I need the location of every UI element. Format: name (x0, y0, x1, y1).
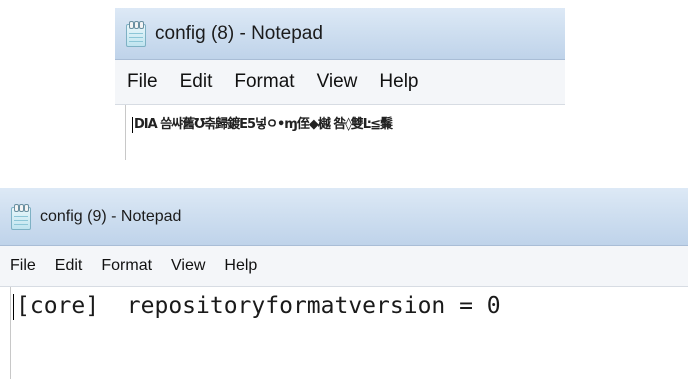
menu-edit[interactable]: Edit (55, 257, 83, 275)
notepad-window-config-9: config (9) - Notepad File Edit Format Vi… (0, 188, 688, 379)
menu-bar: File Edit Format View Help (0, 246, 688, 287)
menu-file[interactable]: File (127, 71, 158, 93)
window-title: config (9) - Notepad (40, 207, 182, 225)
title-bar[interactable]: config (9) - Notepad (0, 188, 688, 246)
text-caret (13, 293, 14, 320)
text-editor-area[interactable]: DIA 씀쌰舊Ʊ춖歸鍍E5넣ㅇ•ɱ侄◆樾 咎◊雙Ŀ≦鬑 (125, 105, 565, 160)
menu-edit[interactable]: Edit (180, 71, 213, 93)
text-content: [core] repositoryformatversion = 0 (16, 293, 501, 319)
text-line: [core] repositoryformatversion = 0 (13, 293, 501, 320)
menu-view[interactable]: View (317, 71, 358, 93)
garbled-text-content: DIA 씀쌰舊Ʊ춖歸鍍E5넣ㅇ•ɱ侄◆樾 咎◊雙Ŀ≦鬑 (134, 117, 393, 132)
menu-format[interactable]: Format (101, 257, 152, 275)
text-line: DIA 씀쌰舊Ʊ춖歸鍍E5넣ㅇ•ɱ侄◆樾 咎◊雙Ŀ≦鬑 (132, 113, 393, 133)
window-title: config (8) - Notepad (155, 22, 323, 44)
notepad-icon (125, 20, 147, 47)
menu-help[interactable]: Help (379, 71, 418, 93)
menu-file[interactable]: File (10, 257, 36, 275)
text-editor-area[interactable]: [core] repositoryformatversion = 0 (10, 287, 688, 379)
notepad-window-config-8: config (8) - Notepad File Edit Format Vi… (115, 8, 565, 160)
text-caret (132, 116, 133, 133)
menu-view[interactable]: View (171, 257, 205, 275)
title-bar[interactable]: config (8) - Notepad (115, 8, 565, 60)
menu-bar: File Edit Format View Help (115, 60, 565, 105)
menu-help[interactable]: Help (224, 257, 257, 275)
notepad-icon (10, 203, 32, 230)
menu-format[interactable]: Format (234, 71, 294, 93)
